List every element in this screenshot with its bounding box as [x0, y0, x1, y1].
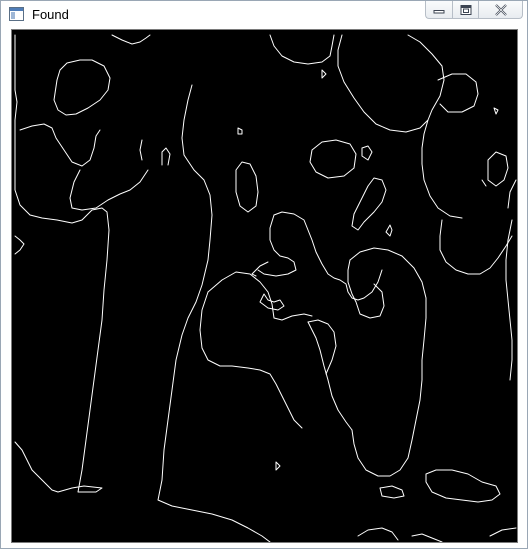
close-button[interactable] — [478, 1, 523, 19]
minimize-icon — [433, 9, 445, 13]
app-window: Found — [0, 0, 528, 549]
caption-buttons — [425, 1, 523, 20]
window-title: Found — [32, 7, 69, 22]
close-icon — [494, 3, 507, 16]
window-app-icon — [9, 7, 24, 21]
title-bar[interactable]: Found — [1, 1, 527, 28]
maximize-button[interactable] — [452, 1, 478, 19]
maximize-icon — [460, 4, 471, 15]
minimize-button[interactable] — [425, 1, 452, 19]
image-canvas — [11, 29, 518, 543]
edge-map-image — [12, 30, 517, 542]
